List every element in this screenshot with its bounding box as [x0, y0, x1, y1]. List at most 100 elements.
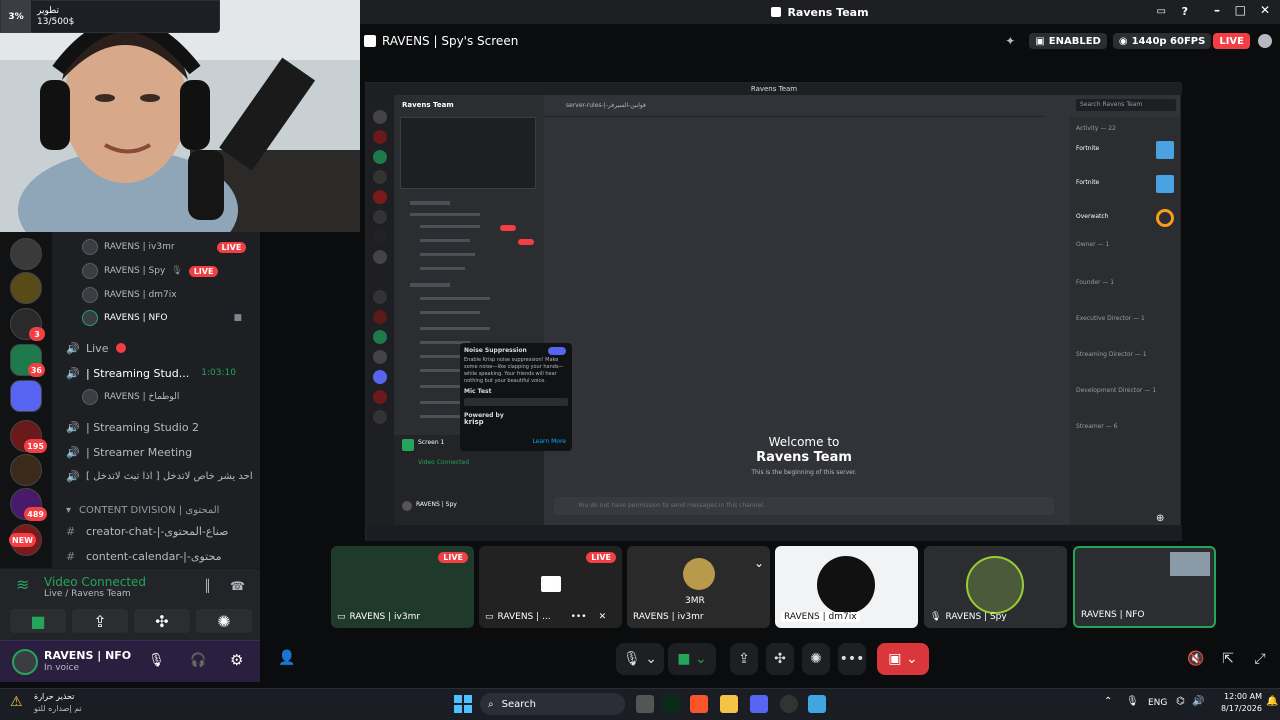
- screen-share-button[interactable]: ⇪: [730, 643, 758, 675]
- notification-icon[interactable]: 🔔: [1266, 696, 1278, 707]
- mic-test-bar[interactable]: [464, 398, 568, 406]
- fullscreen-icon[interactable]: ⤢: [1246, 643, 1274, 675]
- alert-title[interactable]: تحذير حرارة: [34, 692, 74, 701]
- disconnect-icon[interactable]: ☎: [230, 579, 245, 593]
- server-icon-9[interactable]: NEW: [9, 524, 42, 556]
- volume-mute-icon[interactable]: 🔇: [1182, 643, 1210, 675]
- voice-channel-notice[interactable]: 🔊 احد يشر خاص لاتدخل [ اذا تبث لاتدخل ]: [66, 466, 253, 486]
- volume-icon[interactable]: 🔊: [1192, 696, 1204, 707]
- more-icon[interactable]: •••: [571, 612, 587, 622]
- server-badge: 3: [29, 327, 45, 341]
- live-badge: LIVE: [188, 265, 219, 277]
- screen-share-button[interactable]: ⇪: [72, 609, 128, 633]
- close-icon[interactable]: ✕: [1260, 3, 1270, 17]
- mic-button[interactable]: 🎙 ⌄: [616, 643, 664, 675]
- fortnite-icon: [1156, 141, 1174, 159]
- participant-name: RAVENS | NFO: [1081, 610, 1145, 620]
- task-view-icon[interactable]: [636, 695, 654, 713]
- inbox-icon[interactable]: ▭: [1157, 6, 1166, 17]
- participant-tile[interactable]: 3MR RAVENS | iv3mr ⌄: [627, 546, 770, 628]
- category-content[interactable]: ▾ CONTENT DIVISION | المحتوى: [66, 500, 219, 520]
- server-icon-8[interactable]: 489: [10, 488, 47, 521]
- clock-date[interactable]: 8/17/2026: [1206, 704, 1262, 713]
- voice-user[interactable]: RAVENS | iv3mr LIVE: [82, 238, 247, 256]
- inner-user-panel: RAVENS | Spy: [394, 495, 544, 525]
- webcam-feed: 3% تطوير 13/500$: [0, 0, 360, 232]
- activity-header: Activity — 22: [1076, 125, 1116, 132]
- clock-time[interactable]: 12:00 AM: [1206, 692, 1262, 701]
- shared-screen[interactable]: Ravens Team Ravens Team Screen 1 Video C…: [365, 82, 1182, 541]
- welcome-line: Welcome to: [768, 435, 840, 449]
- explorer-icon[interactable]: [720, 695, 738, 713]
- headphones-icon[interactable]: 🎧: [190, 653, 206, 668]
- voice-user-name: RAVENS | Spy: [104, 266, 166, 276]
- participant-tile[interactable]: LIVE ▭ RAVENS | iv3mr: [331, 546, 474, 628]
- participant-tile-self[interactable]: RAVENS | NFO: [1073, 546, 1216, 628]
- zoom-icon[interactable]: ⊕: [1156, 513, 1164, 524]
- voice-channel-meeting[interactable]: 🔊 | Streamer Meeting: [66, 442, 192, 462]
- participant-tile[interactable]: 🎙 RAVENS | Spy: [924, 546, 1067, 628]
- more-options-button[interactable]: •••: [838, 643, 866, 675]
- soundboard-icon[interactable]: ║: [204, 579, 211, 593]
- folder-icon[interactable]: [10, 380, 42, 412]
- voice-channel-live[interactable]: 🔊 Live: [66, 338, 127, 358]
- discord-icon[interactable]: [750, 695, 768, 713]
- notepad-icon[interactable]: [808, 695, 826, 713]
- voice-user[interactable]: RAVENS | NFO ■: [82, 309, 242, 327]
- voice-user[interactable]: RAVENS | Spy 🎙 LIVE: [82, 262, 219, 280]
- webcam-scene: [0, 0, 360, 232]
- text-channel-content-calendar[interactable]: # content-calendar-|-محتوى: [66, 546, 221, 566]
- server-icon-4[interactable]: 36: [10, 344, 45, 377]
- mute-icon[interactable]: ✕: [599, 612, 607, 622]
- inner-message-input: You do not have permission to send messa…: [554, 497, 1054, 515]
- server-icon-ravens[interactable]: [10, 238, 42, 270]
- text-channel-creator-chat[interactable]: # creator-chat-|-صناع-المحتوى: [66, 521, 228, 541]
- server-icon-2[interactable]: [10, 272, 42, 304]
- help-icon[interactable]: ?: [1182, 5, 1188, 18]
- role-header: Owner — 1: [1076, 241, 1110, 248]
- viewers-icon[interactable]: [1258, 34, 1272, 48]
- channel-name: creator-chat-|-صناع-المحتوى: [86, 524, 229, 538]
- acrobat-icon[interactable]: [662, 695, 680, 713]
- end-stream-button[interactable]: ▣ ⌄: [877, 643, 929, 675]
- participant-tile[interactable]: LIVE ▭ RAVENS | ... ••• ✕: [479, 546, 622, 628]
- network-icon[interactable]: ⌬: [1176, 696, 1185, 707]
- add-friend-icon[interactable]: 👤: [278, 650, 295, 666]
- maximize-icon[interactable]: □: [1235, 3, 1246, 17]
- minimize-icon[interactable]: –: [1214, 3, 1220, 17]
- soundboard-button[interactable]: ✺: [196, 609, 252, 633]
- collapse-chevron-icon[interactable]: ⌄: [754, 556, 764, 570]
- voice-user[interactable]: RAVENS | dm7ix: [82, 286, 177, 304]
- screen-share-icon: [541, 576, 561, 592]
- noise-toggle[interactable]: [548, 347, 566, 355]
- voice-channel-studio1[interactable]: 🔊 | Streaming Stud... 1:03:10: [66, 363, 236, 383]
- camera-button[interactable]: ■ ⌄: [668, 643, 716, 675]
- server-icon-6[interactable]: 195: [10, 420, 47, 453]
- server-icon-3[interactable]: 3: [10, 308, 45, 341]
- voice-channel-studio2[interactable]: 🔊 | Streaming Studio 2: [66, 417, 199, 437]
- soundboard-button[interactable]: ✺: [802, 643, 830, 675]
- popout-icon[interactable]: ⇱: [1214, 643, 1242, 675]
- screen-icon: [402, 439, 414, 451]
- windows-start-icon[interactable]: [454, 695, 472, 713]
- activities-button[interactable]: ✣: [766, 643, 794, 675]
- chevron-up-icon[interactable]: ⌃: [1104, 696, 1112, 707]
- voice-user[interactable]: RAVENS | الوطماخ: [82, 388, 179, 406]
- camera-button[interactable]: ■: [10, 609, 66, 633]
- taskbar-search[interactable]: ⌕ Search: [480, 693, 625, 715]
- activities-button[interactable]: ✣: [134, 609, 190, 633]
- inner-server-name: Ravens Team: [402, 101, 454, 109]
- participant-tile[interactable]: RAVENS | dm7ix: [775, 546, 918, 628]
- avatar: [683, 558, 715, 590]
- app-icon[interactable]: [780, 695, 798, 713]
- server-icon-7[interactable]: [10, 454, 42, 486]
- voice-user-name: RAVENS | iv3mr: [104, 242, 175, 252]
- microphone-icon[interactable]: 🎙: [148, 653, 165, 668]
- brave-icon[interactable]: [690, 695, 708, 713]
- settings-gear-icon[interactable]: ⚙: [230, 651, 243, 669]
- voice-connection-panel: ≋ Video Connected Live / Ravens Team ║ ☎…: [0, 568, 260, 640]
- avatar[interactable]: [12, 649, 38, 675]
- microphone-tray-icon[interactable]: 🎙: [1126, 696, 1139, 707]
- language-indicator[interactable]: ENG: [1148, 698, 1167, 708]
- learn-more-link[interactable]: Learn More: [532, 438, 566, 445]
